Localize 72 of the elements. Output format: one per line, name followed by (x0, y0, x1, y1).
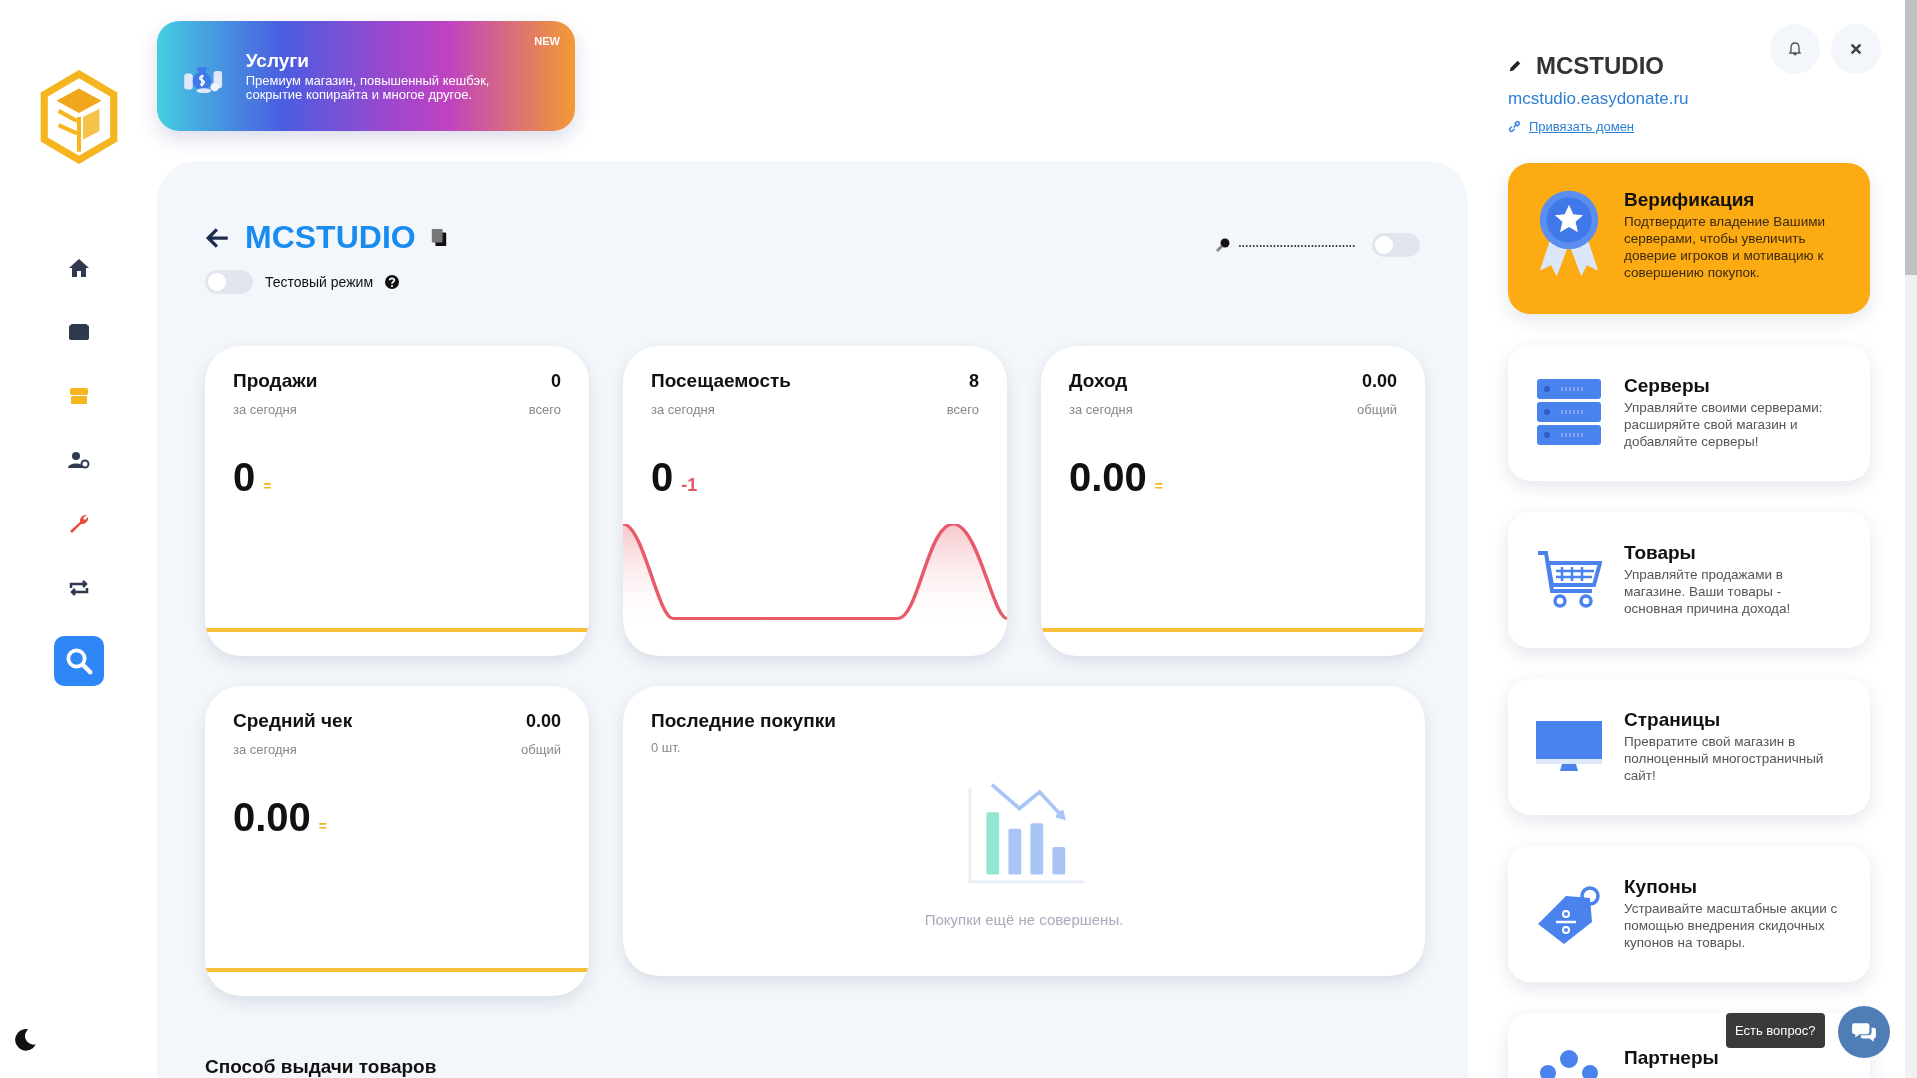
search-icon (63, 646, 94, 676)
card-title: Партнеры (1624, 1047, 1719, 1069)
card-title: Товары (1624, 542, 1697, 565)
feature-card[interactable]: Товары Управляйте продажами в магазине. Ваши товары - основная причина дохода! (1508, 512, 1870, 648)
link-icon (1508, 120, 1521, 133)
stat-total-label: всего (946, 402, 979, 417)
pencil-icon[interactable] (1508, 59, 1522, 73)
stat-value: 0 (651, 455, 674, 500)
stat-title: Доход (1069, 370, 1128, 392)
feature-card[interactable]: Серверы Управляйте своими серверами: расширяйте свой магазин и добавляйте серверы! (1508, 345, 1870, 481)
help-icon[interactable] (385, 275, 400, 289)
card-title: Верификация (1624, 189, 1756, 211)
stat-title: Средний чек (233, 710, 353, 732)
feature-card[interactable]: Купоны Устраивайте масштабные акции с помощью внедрения скидочных купонов на товары. (1508, 846, 1870, 982)
stat-total: 0 (551, 371, 561, 392)
stat-value: 0.00 (1069, 455, 1147, 500)
key-visibility-toggle[interactable] (1372, 233, 1420, 257)
scrollbar[interactable] (1905, 0, 1917, 1078)
close-icon (1849, 42, 1863, 56)
copy-icon[interactable] (429, 227, 448, 248)
card-title: Серверы (1624, 375, 1711, 398)
card-description: Управляйте своими серверами: расширяйте свой магазин и добавляйте серверы! (1624, 400, 1824, 451)
empty-message: Покупки ещё не совершены. (924, 911, 1124, 928)
promo-title: Услуги (245, 49, 310, 72)
card-description: Управляйте продажами в магазине. Ваши товары - основная причина дохода! (1624, 567, 1792, 618)
card-title: Купоны (1624, 876, 1698, 899)
new-label: NEW (534, 35, 560, 47)
stat-period: за сегодня (233, 742, 297, 757)
stat-value: 0.00 (233, 795, 311, 840)
shopping-cart-icon (1536, 549, 1602, 611)
purchases-count: 0 шт. (651, 740, 682, 755)
feature-card[interactable]: Страницы Превратите свой магазин в полноценный многостраничный сайт! (1508, 679, 1870, 815)
server-stack-icon (1537, 379, 1601, 447)
purchases-title: Последние покупки (651, 710, 837, 732)
stat-total-label: всего (528, 402, 561, 417)
card-description: Подтвердите владение Вашими серверами, чтобы увеличить доверие игроков и мотивацию к совершению покупок. (1624, 214, 1826, 282)
stat-delta: = (318, 818, 328, 834)
promo-text: Премиум магазин, повышенный кешбэк, сокрытие копирайта и многое другое. (245, 73, 491, 103)
monitor-icon (1536, 721, 1602, 773)
card-title: Страницы (1624, 709, 1722, 732)
card-description: Превратите свой магазин в полноценный многостраничный сайт! (1624, 734, 1825, 785)
stat-delta: = (1154, 478, 1164, 494)
promo-banner[interactable]: Услуги Премиум магазин, повышенный кешбэк, сокрытие копирайта и многое другое. NEW (157, 21, 575, 131)
bind-domain-link[interactable]: Привязать домен (1529, 119, 1635, 134)
stat-total-label: общий (521, 742, 561, 757)
stat-delta: = (263, 478, 272, 494)
chat-button[interactable] (1838, 1006, 1890, 1058)
moon-icon[interactable] (12, 1027, 38, 1053)
card-description: Устраивайте масштабные акции с помощью внедрения скидочных купонов на товары. (1624, 901, 1838, 952)
stat-total-label: общий (1357, 402, 1397, 417)
notifications-button[interactable] (1770, 24, 1820, 74)
section-heading: Способ выдачи товаров (205, 1056, 438, 1078)
stat-total: 0.00 (525, 711, 561, 732)
search-button[interactable] (53, 636, 104, 686)
bell-icon (1787, 41, 1803, 57)
stat-period: за сегодня (651, 402, 715, 417)
price-tag-icon (1536, 884, 1602, 944)
project-name: MCSTUDIO (1536, 52, 1664, 80)
chat-tooltip: Есть вопрос? (1726, 1013, 1825, 1048)
stat-value: 0 (233, 455, 256, 500)
test-mode-toggle[interactable] (205, 270, 253, 294)
project-url[interactable]: mcstudio.easydonate.ru (1508, 89, 1689, 109)
stat-title: Продажи (233, 370, 318, 392)
stat-total: 8 (969, 371, 979, 392)
stat-period: за сегодня (1069, 402, 1133, 417)
shop-title: MCSTUDIO (245, 219, 416, 256)
stat-title: Посещаемость (651, 370, 791, 392)
stat-total: 0.00 (1361, 371, 1397, 392)
stat-delta: -1 (681, 475, 698, 496)
stat-period: за сегодня (233, 402, 297, 417)
test-mode-label: Тестовый режим (265, 274, 374, 290)
verification-card[interactable]: Верификация Подтвердите владение Вашими серверами, чтобы увеличить доверие игроков и мотивацию к совершению покупок. (1508, 163, 1870, 314)
